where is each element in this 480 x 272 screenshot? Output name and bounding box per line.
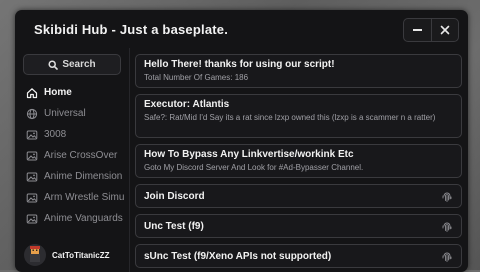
sidebar-item-label: Arise CrossOver xyxy=(44,150,118,161)
sidebar-item-label: Home xyxy=(44,87,72,98)
button-label: Unc Test (f9) xyxy=(144,220,204,232)
close-icon xyxy=(440,25,450,35)
fingerprint-icon xyxy=(442,222,452,232)
sidebar-item-anime-dimension[interactable]: Anime Dimension xyxy=(15,166,129,187)
hub-window: Skibidi Hub - Just a baseplate. Search H… xyxy=(15,10,468,272)
button-label: Join Discord xyxy=(144,190,205,202)
join-discord-button[interactable]: Join Discord xyxy=(135,184,462,208)
search-button[interactable]: Search xyxy=(23,54,121,75)
image-icon xyxy=(25,128,38,141)
sidebar-nav: Home Universal 3008 Arise CrossOver Anim… xyxy=(15,82,129,234)
search-label: Search xyxy=(62,59,96,70)
card-title: Hello There! thanks for using our script… xyxy=(144,59,335,70)
home-icon xyxy=(25,86,38,99)
window-title: Skibidi Hub - Just a baseplate. xyxy=(34,22,229,37)
search-icon xyxy=(48,59,59,70)
title-bar[interactable]: Skibidi Hub - Just a baseplate. xyxy=(15,10,468,48)
sidebar-item-label: Anime Dimension xyxy=(44,171,123,182)
button-label: sUnc Test (f9/Xeno APIs not supported) xyxy=(144,250,332,262)
info-card-welcome: Hello There! thanks for using our script… xyxy=(135,54,462,88)
sidebar: Search Home Universal 3008 Arise CrossOv… xyxy=(15,48,129,272)
close-button[interactable] xyxy=(432,19,459,41)
sidebar-item-anime-vanguards[interactable]: Anime Vanguards xyxy=(15,208,129,229)
sidebar-item-label: Anime Vanguards xyxy=(44,213,123,224)
unc-test-button[interactable]: Unc Test (f9) xyxy=(135,214,462,238)
fingerprint-icon xyxy=(442,192,452,202)
card-title: Executor: Atlantis xyxy=(144,99,230,110)
user-profile: CatToTitanicZZ xyxy=(15,238,138,272)
image-icon xyxy=(25,191,38,204)
sidebar-item-3008[interactable]: 3008 xyxy=(15,124,129,145)
info-card-executor: Executor: Atlantis Safe?: Rat/Mid I'd Sa… xyxy=(135,94,462,138)
fingerprint-icon xyxy=(442,252,452,262)
info-card-bypass: How To Bypass Any Linkvertise/workink Et… xyxy=(135,144,462,178)
sidebar-item-arm-wrestle[interactable]: Arm Wrestle Simu xyxy=(15,187,129,208)
sidebar-item-label: Universal xyxy=(44,108,86,119)
image-icon xyxy=(25,212,38,225)
window-controls xyxy=(403,18,459,42)
globe-icon xyxy=(25,107,38,120)
image-icon xyxy=(25,170,38,183)
card-title: How To Bypass Any Linkvertise/workink Et… xyxy=(144,149,354,160)
card-subtitle: Goto My Discord Server And Look for #Ad-… xyxy=(144,163,364,172)
avatar-icon xyxy=(24,244,46,266)
card-subtitle: Total Number Of Games: 186 xyxy=(144,73,249,82)
username: CatToTitanicZZ xyxy=(52,250,110,260)
minus-icon xyxy=(412,29,422,31)
sunc-test-button[interactable]: sUnc Test (f9/Xeno APIs not supported) xyxy=(135,244,462,268)
sidebar-item-arise-crossover[interactable]: Arise CrossOver xyxy=(15,145,129,166)
card-subtitle: Safe?: Rat/Mid I'd Say its a rat since l… xyxy=(144,113,436,122)
main-content: Hello There! thanks for using our script… xyxy=(135,54,462,272)
minimize-button[interactable] xyxy=(404,19,431,41)
image-icon xyxy=(25,149,38,162)
sidebar-item-home[interactable]: Home xyxy=(15,82,129,103)
sidebar-divider xyxy=(129,48,130,272)
sidebar-item-label: 3008 xyxy=(44,129,67,140)
sidebar-item-label: Arm Wrestle Simu xyxy=(44,192,125,203)
sidebar-item-universal[interactable]: Universal xyxy=(15,103,129,124)
